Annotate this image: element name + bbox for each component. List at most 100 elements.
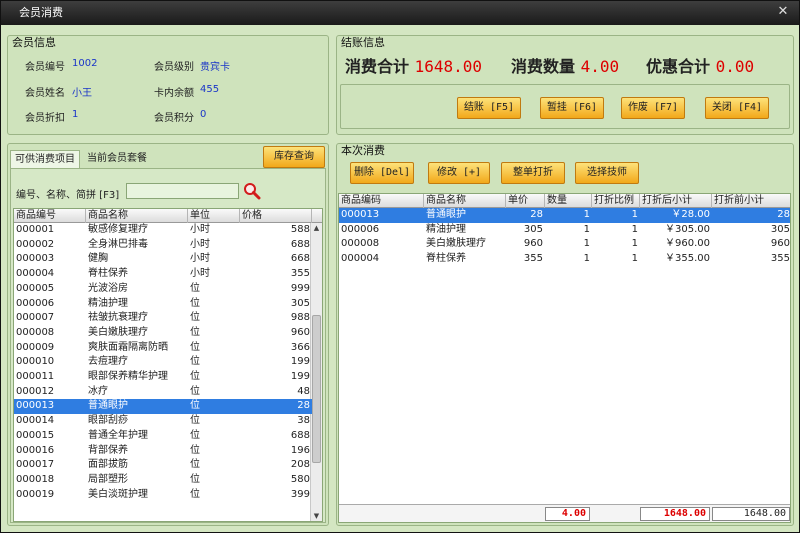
cell-price: 688 <box>290 429 310 441</box>
cell-unit: 位 <box>190 326 200 338</box>
col-unit-price[interactable]: 单价 <box>506 194 545 208</box>
cell-price: 988 <box>290 312 310 324</box>
table-row[interactable]: 000002 全身淋巴排毒 小时 688 <box>14 238 312 253</box>
select-technician-button[interactable]: 选择技师 <box>575 162 639 184</box>
scroll-thumb[interactable] <box>312 315 321 463</box>
product-list-box: 编号、名称、简拼 [F3] 商品编号 商品名称 单位 价格 ▲ ▼ 000001… <box>10 168 326 523</box>
cell-unit: 位 <box>190 312 200 324</box>
col-item-name[interactable]: 商品名称 <box>424 194 506 208</box>
cell-product-code: 000013 <box>16 400 55 412</box>
table-row[interactable]: 000013 普通眼护 28 1 1 ￥28.00 28 <box>339 208 790 223</box>
void-button[interactable]: 作废 [F7] <box>621 97 685 119</box>
cell-product-code: 000004 <box>16 268 55 280</box>
member-name-value: 小王 <box>72 88 92 99</box>
col-unit[interactable]: 单位 <box>188 209 240 223</box>
scroll-up-icon[interactable]: ▲ <box>311 223 322 234</box>
cell-unit-price: 960 <box>523 238 543 250</box>
table-row[interactable]: 000006 精油护理 位 305 <box>14 297 312 312</box>
cell-discount-rate: 1 <box>631 238 638 250</box>
stock-query-button[interactable]: 库存查询 <box>263 146 325 168</box>
table-row[interactable]: 000008 美白嫩肤理疗 位 960 <box>14 326 312 341</box>
table-row[interactable]: 000004 脊柱保养 小时 355 <box>14 267 312 282</box>
tab-available-items[interactable]: 可供消费项目 <box>10 150 80 168</box>
cell-unit: 位 <box>190 282 200 294</box>
cell-product-code: 000009 <box>16 341 55 353</box>
table-row[interactable]: 000016 背部保养 位 196 <box>14 444 312 459</box>
col-product-name[interactable]: 商品名称 <box>86 209 188 223</box>
col-product-code[interactable]: 商品编号 <box>14 209 86 223</box>
col-subtotal-after[interactable]: 打折后小计 <box>640 194 712 208</box>
table-row[interactable]: 000015 普通全年护理 位 688 <box>14 429 312 444</box>
discount-total-label: 优惠合计 <box>646 57 711 76</box>
col-subtotal-before[interactable]: 打折前小计 <box>712 194 790 208</box>
col-item-code[interactable]: 商品编码 <box>339 194 424 208</box>
table-row[interactable]: 000006 精油护理 305 1 1 ￥305.00 305 <box>339 223 790 238</box>
cell-unit: 小时 <box>190 253 210 265</box>
consumption-quantity: 消费数量 4.00 <box>511 53 619 77</box>
consumption-grid-header: 商品编码 商品名称 单价 数量 打折比例 打折后小计 打折前小计 <box>339 194 790 208</box>
table-row[interactable]: 000018 局部塑形 位 580 <box>14 473 312 488</box>
checkout-button[interactable]: 结账 [F5] <box>457 97 521 119</box>
cell-unit: 位 <box>190 400 200 412</box>
close-icon[interactable]: ✕ <box>775 4 791 20</box>
cell-product-code: 000002 <box>16 238 55 250</box>
table-row[interactable]: 000010 去痘理疗 位 199 <box>14 355 312 370</box>
consumption-quantity-label: 消费数量 <box>511 57 576 76</box>
table-row[interactable]: 000019 美白淡斑护理 位 399 <box>14 488 312 503</box>
table-row[interactable]: 000017 面部拔筋 位 208 <box>14 458 312 473</box>
cell-product-code: 000010 <box>16 356 55 368</box>
cell-product-name: 祛皱抗衰理疗 <box>88 312 148 324</box>
table-row[interactable]: 000004 脊柱保养 355 1 1 ￥355.00 355 <box>339 252 790 267</box>
window-title: 会员消费 <box>19 6 63 19</box>
member-discount-label: 会员折扣 <box>25 113 65 124</box>
cell-price: 999 <box>290 282 310 294</box>
table-row[interactable]: 000011 眼部保养精华护理 位 199 <box>14 370 312 385</box>
cell-subtotal-before: 355 <box>770 253 790 265</box>
col-discount-rate[interactable]: 打折比例 <box>592 194 640 208</box>
table-row[interactable]: 000014 眼部刮痧 位 38 <box>14 414 312 429</box>
modify-button[interactable]: 修改 [+] <box>428 162 490 184</box>
cell-item-code: 000006 <box>341 223 380 235</box>
member-consumption-window: 会员消费 ✕ 会员信息 会员编号 1002 会员级别 贵宾卡 会员姓名 小王 卡… <box>0 0 800 533</box>
table-row[interactable]: 000013 普通眼护 位 28 <box>14 399 312 414</box>
close-button[interactable]: 关闭 [F4] <box>705 97 769 119</box>
cell-unit: 位 <box>190 459 200 471</box>
member-level-label: 会员级别 <box>154 62 194 73</box>
cell-unit: 小时 <box>190 238 210 250</box>
consumption-total-label: 消费合计 <box>345 57 410 76</box>
cell-price: 199 <box>290 356 310 368</box>
delete-button[interactable]: 删除 [Del] <box>350 162 414 184</box>
footer-quantity-total: 4.00 <box>545 507 590 521</box>
cell-price: 48 <box>297 385 310 397</box>
cell-product-name: 普通眼护 <box>88 400 128 412</box>
table-row[interactable]: 000007 祛皱抗衰理疗 位 988 <box>14 311 312 326</box>
table-row[interactable]: 000009 爽肤面霜隔离防晒 位 366 <box>14 341 312 356</box>
footer-after-total: 1648.00 <box>640 507 710 521</box>
cell-product-code: 000016 <box>16 444 55 456</box>
cell-price: 355 <box>290 268 310 280</box>
table-row[interactable]: 000012 冰疗 位 48 <box>14 385 312 400</box>
cell-unit: 位 <box>190 356 200 368</box>
table-row[interactable]: 000003 健胸 小时 668 <box>14 252 312 267</box>
cell-unit: 位 <box>190 488 200 500</box>
tab-member-packages[interactable]: 当前会员套餐 <box>83 150 151 168</box>
cell-subtotal-before: 28 <box>777 209 790 220</box>
suspend-button[interactable]: 暂挂 [F6] <box>540 97 604 119</box>
scroll-down-icon[interactable]: ▼ <box>311 511 322 521</box>
cell-unit: 小时 <box>190 268 210 280</box>
table-row[interactable]: 000001 敏感修复理疗 小时 588 <box>14 223 312 238</box>
cell-discount-rate: 1 <box>631 253 638 265</box>
member-points-label: 会员积分 <box>154 113 194 124</box>
table-row[interactable]: 000008 美白嫩肤理疗 960 1 1 ￥960.00 960 <box>339 237 790 252</box>
col-price[interactable]: 价格 <box>240 209 312 223</box>
cell-price: 196 <box>290 444 310 456</box>
search-input[interactable] <box>126 183 239 199</box>
consumption-quantity-value: 4.00 <box>580 57 620 76</box>
search-icon[interactable] <box>243 182 261 200</box>
table-row[interactable]: 000005 光波浴房 位 999 <box>14 282 312 297</box>
col-quantity[interactable]: 数量 <box>545 194 592 208</box>
consumption-grid: 商品编码 商品名称 单价 数量 打折比例 打折后小计 打折前小计 4.00 16… <box>338 193 791 523</box>
member-points-value: 0 <box>200 109 207 120</box>
whole-order-discount-button[interactable]: 整单打折 <box>501 162 565 184</box>
cell-product-code: 000005 <box>16 282 55 294</box>
